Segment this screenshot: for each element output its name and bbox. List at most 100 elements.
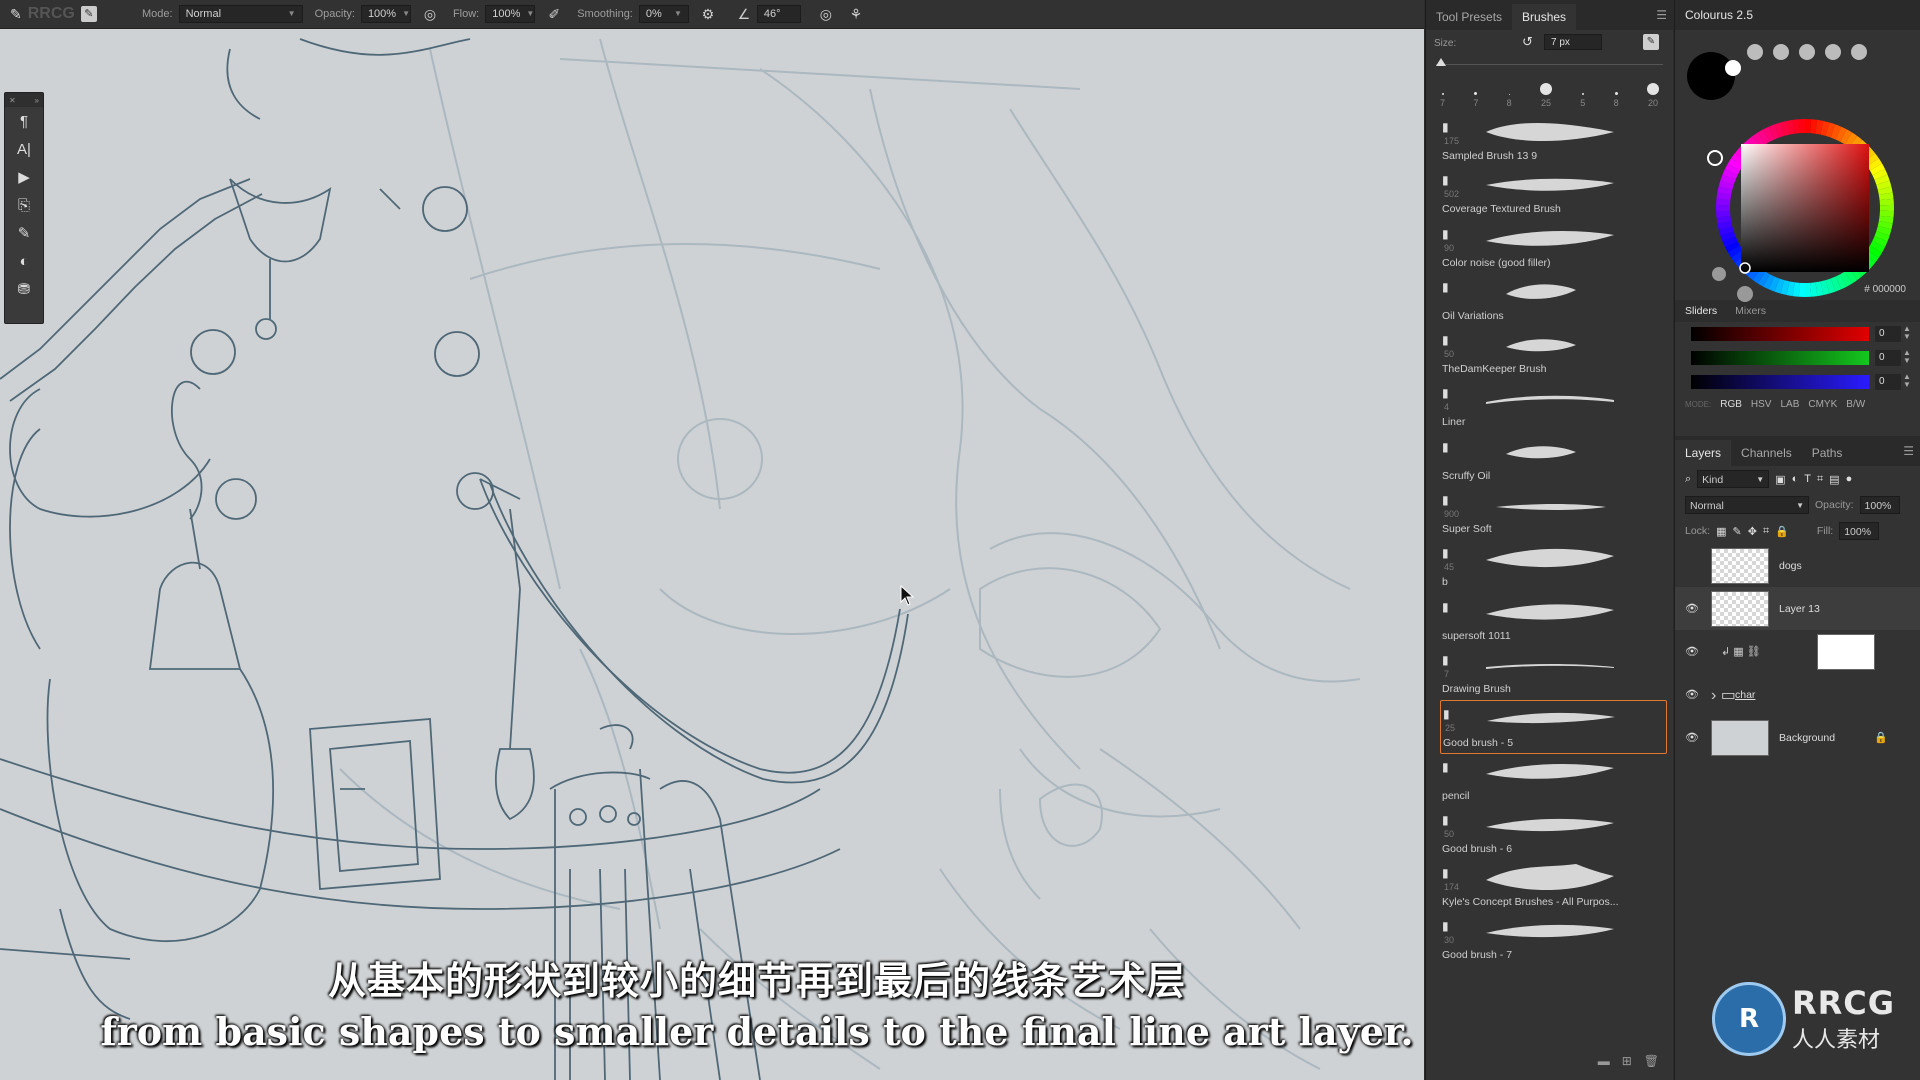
- close-icon[interactable]: ✕: [9, 96, 16, 105]
- pressure-opacity-icon[interactable]: ◎: [419, 3, 441, 25]
- brush-preset[interactable]: 25: [1539, 83, 1552, 108]
- canvas[interactable]: [0, 29, 1424, 1080]
- tool-preset-picker[interactable]: ✎ RRCG ✎: [0, 0, 130, 28]
- layer-opacity-field[interactable]: 100%: [1859, 496, 1900, 514]
- hex-value[interactable]: # 000000: [1864, 284, 1906, 295]
- type-tool[interactable]: A|: [5, 135, 43, 163]
- new-group-icon[interactable]: ▬: [1598, 1054, 1610, 1074]
- layer-name[interactable]: char: [1735, 689, 1755, 701]
- size-slider[interactable]: [1436, 56, 1663, 74]
- brush-preset[interactable]: 7: [1473, 92, 1478, 108]
- layer-row[interactable]: dogs: [1675, 544, 1920, 587]
- lock-artboard-icon[interactable]: ⌗: [1763, 525, 1769, 538]
- brush-item[interactable]: ▮ 7 Drawing Brush: [1440, 647, 1667, 700]
- shape-filter-icon[interactable]: ⌗: [1817, 473, 1823, 486]
- tab-paths[interactable]: Paths: [1802, 440, 1853, 466]
- green-slider[interactable]: [1691, 351, 1869, 365]
- adjustment-filter-icon[interactable]: ◐: [1792, 473, 1799, 485]
- hue-wheel[interactable]: [1689, 78, 1913, 302]
- layer-row[interactable]: 👁 ↲ ▦ ⛓: [1675, 630, 1920, 673]
- visibility-eye-icon[interactable]: 👁: [1685, 645, 1699, 658]
- layer-mask-thumbnail[interactable]: [1817, 633, 1875, 670]
- visibility-eye-icon[interactable]: 👁: [1685, 731, 1699, 744]
- brush-item[interactable]: ▮ 25 Good brush - 5: [1440, 700, 1667, 754]
- trash-icon[interactable]: 🗑: [1644, 1054, 1659, 1074]
- tab-sliders[interactable]: Sliders: [1685, 305, 1717, 317]
- layer-thumbnail[interactable]: [1711, 547, 1769, 584]
- swatch-dot[interactable]: [1851, 44, 1867, 60]
- stamp-tool[interactable]: ⛃: [5, 275, 43, 303]
- spinner-icon[interactable]: ▲ ▼: [1903, 325, 1911, 341]
- mode-lab[interactable]: LAB: [1780, 399, 1799, 410]
- brush-preset[interactable]: 5: [1580, 93, 1585, 108]
- brush-item[interactable]: ▮ pencil: [1440, 754, 1667, 807]
- adjust-tool[interactable]: ◐: [5, 247, 43, 275]
- spinner-icon[interactable]: ▲ ▼: [1903, 349, 1911, 365]
- brush-item[interactable]: ▮ 175 Sampled Brush 13 9: [1440, 114, 1667, 167]
- brush-tool[interactable]: ✎: [5, 219, 43, 247]
- blue-value[interactable]: 0: [1875, 374, 1901, 390]
- symmetry-icon[interactable]: ⚘: [845, 3, 867, 25]
- swatch-dot[interactable]: [1825, 44, 1841, 60]
- lock-transparency-icon[interactable]: ▦: [1716, 525, 1726, 538]
- smart-object-filter-icon[interactable]: ▤: [1829, 473, 1839, 486]
- red-slider[interactable]: [1691, 327, 1869, 341]
- reset-icon[interactable]: ↺: [1522, 34, 1533, 50]
- layer-thumbnail[interactable]: [1711, 590, 1769, 627]
- mode-bw[interactable]: B/W: [1846, 399, 1865, 410]
- red-value[interactable]: 0: [1875, 326, 1901, 342]
- brush-item[interactable]: ▮ 50 TheDamKeeper Brush: [1440, 327, 1667, 380]
- lock-pixels-icon[interactable]: ✎: [1733, 525, 1742, 538]
- brush-item[interactable]: ▮ Oil Variations: [1440, 274, 1667, 327]
- fill-field[interactable]: 100%: [1839, 522, 1880, 540]
- play-tool[interactable]: ▶: [5, 163, 43, 191]
- image-filter-icon[interactable]: ▣: [1775, 473, 1785, 486]
- toolbox-header[interactable]: ✕»: [5, 93, 43, 107]
- visibility-eye-icon[interactable]: 👁: [1685, 688, 1699, 701]
- play-icon[interactable]: [1737, 286, 1753, 302]
- brush-item[interactable]: ▮ 50 Good brush - 6: [1440, 807, 1667, 860]
- brush-item[interactable]: ▮ 30 Good brush - 7: [1440, 913, 1667, 966]
- pressure-size-icon[interactable]: ◎: [815, 3, 837, 25]
- brush-item[interactable]: ▮ 502 Coverage Textured Brush: [1440, 167, 1667, 220]
- mode-hsv[interactable]: HSV: [1751, 399, 1772, 410]
- brush-item[interactable]: ▮ Scruffy Oil: [1440, 434, 1667, 487]
- layer-row[interactable]: 👁 Background 🔒: [1675, 716, 1920, 759]
- brush-item[interactable]: ▮ 45 b: [1440, 540, 1667, 593]
- type-filter-icon[interactable]: T: [1804, 473, 1811, 485]
- spinner-icon[interactable]: ▲ ▼: [1903, 373, 1911, 389]
- path-tool[interactable]: ⎘: [5, 191, 43, 219]
- flow-field[interactable]: 100% ▼: [485, 5, 536, 23]
- kind-filter-select[interactable]: Kind ▼: [1697, 470, 1770, 488]
- paragraph-tool[interactable]: ¶: [5, 107, 43, 135]
- collapse-icon[interactable]: »: [35, 96, 39, 105]
- folder-icon[interactable]: › ▭: [1711, 685, 1736, 705]
- blue-slider[interactable]: [1691, 375, 1869, 389]
- brush-item[interactable]: ▮ 4 Liner: [1440, 380, 1667, 433]
- brush-preset[interactable]: 8: [1614, 92, 1619, 108]
- toggle-icon[interactable]: [1712, 267, 1726, 281]
- lock-all-icon[interactable]: 🔒: [1775, 525, 1789, 538]
- layer-thumbnail[interactable]: [1711, 719, 1769, 756]
- layer-row[interactable]: 👁 › ▭ char: [1675, 673, 1920, 716]
- brush-preset[interactable]: 8: [1507, 94, 1512, 108]
- gear-icon[interactable]: ⚙: [697, 3, 719, 25]
- size-slider-knob[interactable]: [1436, 58, 1446, 66]
- brush-item[interactable]: ▮ supersoft 1011: [1440, 594, 1667, 647]
- mode-rgb[interactable]: RGB: [1720, 399, 1742, 410]
- tab-mixers[interactable]: Mixers: [1735, 305, 1766, 317]
- layer-name[interactable]: Background: [1779, 732, 1835, 744]
- blend-mode-select[interactable]: Normal ▼: [1685, 496, 1809, 514]
- layer-name[interactable]: dogs: [1779, 560, 1802, 572]
- swatch-dot[interactable]: [1747, 44, 1763, 60]
- mode-select[interactable]: Normal ▼: [178, 5, 303, 23]
- green-value[interactable]: 0: [1875, 350, 1901, 366]
- angle-field[interactable]: 46°: [756, 5, 801, 23]
- hue-handle[interactable]: [1707, 150, 1723, 166]
- swatch-dot[interactable]: [1799, 44, 1815, 60]
- background-color-swatch[interactable]: [1725, 60, 1741, 76]
- tab-channels[interactable]: Channels: [1731, 440, 1802, 466]
- brush-preset[interactable]: 20: [1646, 83, 1659, 108]
- edit-brush-icon[interactable]: ✎: [1643, 34, 1659, 50]
- airbrush-icon[interactable]: ✐: [543, 3, 565, 25]
